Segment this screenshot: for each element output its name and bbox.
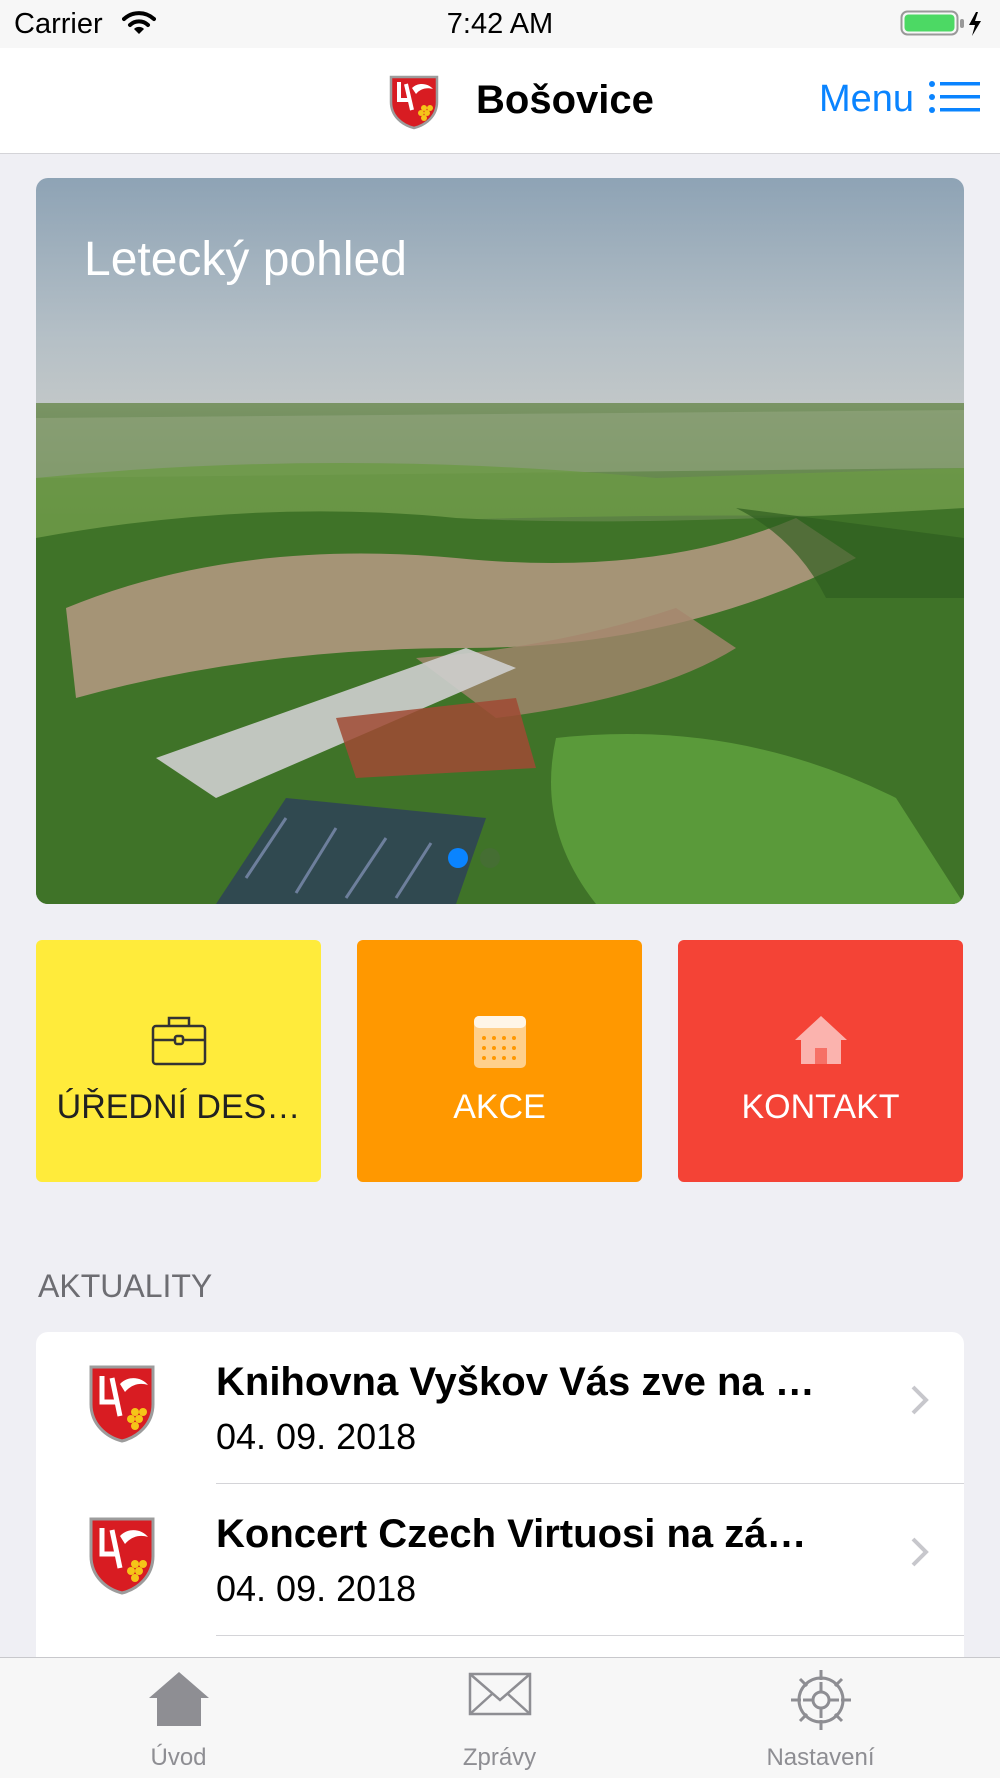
clock-label: 7:42 AM	[446, 8, 554, 40]
tile-label: KONTAKT	[741, 1088, 900, 1126]
news-section-header: AKTUALITY	[38, 1268, 213, 1304]
tile-kontakt[interactable]: KONTAKT	[678, 940, 963, 1182]
gear-icon	[654, 1668, 987, 1732]
list-separator	[216, 1635, 964, 1636]
chevron-right-icon	[910, 1536, 930, 1573]
municipality-crest-icon	[388, 74, 440, 135]
page-title: Bošovice	[476, 78, 654, 122]
tab-label: Úvod	[150, 1744, 207, 1771]
briefcase-icon	[36, 1014, 321, 1066]
tab-label: Zprávy	[462, 1744, 537, 1771]
municipality-crest-icon	[88, 1364, 156, 1449]
tab-zpravy[interactable]: Zprávy	[333, 1658, 666, 1778]
home-icon	[678, 1014, 963, 1066]
news-item-title: Koncert Czech Virtuosi na zámk…	[216, 1512, 816, 1556]
list-menu-icon	[928, 80, 980, 119]
hero-slider[interactable]: Letecký pohled	[36, 178, 964, 904]
menu-button-label: Menu	[818, 78, 914, 120]
news-item-title: Knihovna Vyškov Vás zve na výs…	[216, 1360, 816, 1404]
envelope-icon	[333, 1668, 666, 1720]
tile-label: ÚŘEDNÍ DES…	[56, 1088, 301, 1126]
list-item[interactable]: Koncert Czech Virtuosi na zámk… 04. 09. …	[36, 1484, 964, 1636]
page-indicator[interactable]	[446, 846, 506, 870]
status-bar: Carrier 7:42 AM	[0, 0, 1000, 48]
tab-uvod[interactable]: Úvod	[12, 1658, 345, 1778]
page-indicator-dot-inactive	[480, 848, 500, 868]
navigation-bar: Bošovice Menu	[0, 48, 1000, 154]
list-item[interactable]: Knihovna Vyškov Vás zve na výs… 04. 09. …	[36, 1332, 964, 1484]
tab-label: Nastavení	[766, 1744, 875, 1771]
tile-akce[interactable]: AKCE	[357, 940, 642, 1182]
tile-uredni-deska[interactable]: ÚŘEDNÍ DES…	[36, 940, 321, 1182]
calendar-icon	[357, 1014, 642, 1070]
tile-label: AKCE	[453, 1088, 546, 1126]
battery-icon	[900, 10, 986, 43]
news-item-date: 04. 09. 2018	[216, 1568, 417, 1609]
chevron-right-icon	[910, 1384, 930, 1421]
home-icon	[12, 1668, 345, 1728]
page-indicator-dot-active	[448, 848, 468, 868]
tab-nastaveni[interactable]: Nastavení	[654, 1658, 987, 1778]
hero-slide-title: Letecký pohled	[84, 233, 407, 286]
news-item-date: 04. 09. 2018	[216, 1416, 417, 1457]
tab-bar: Úvod Zprávy Nastavení	[0, 1657, 1000, 1778]
menu-button[interactable]: Menu	[819, 78, 980, 121]
municipality-crest-icon	[88, 1516, 156, 1601]
